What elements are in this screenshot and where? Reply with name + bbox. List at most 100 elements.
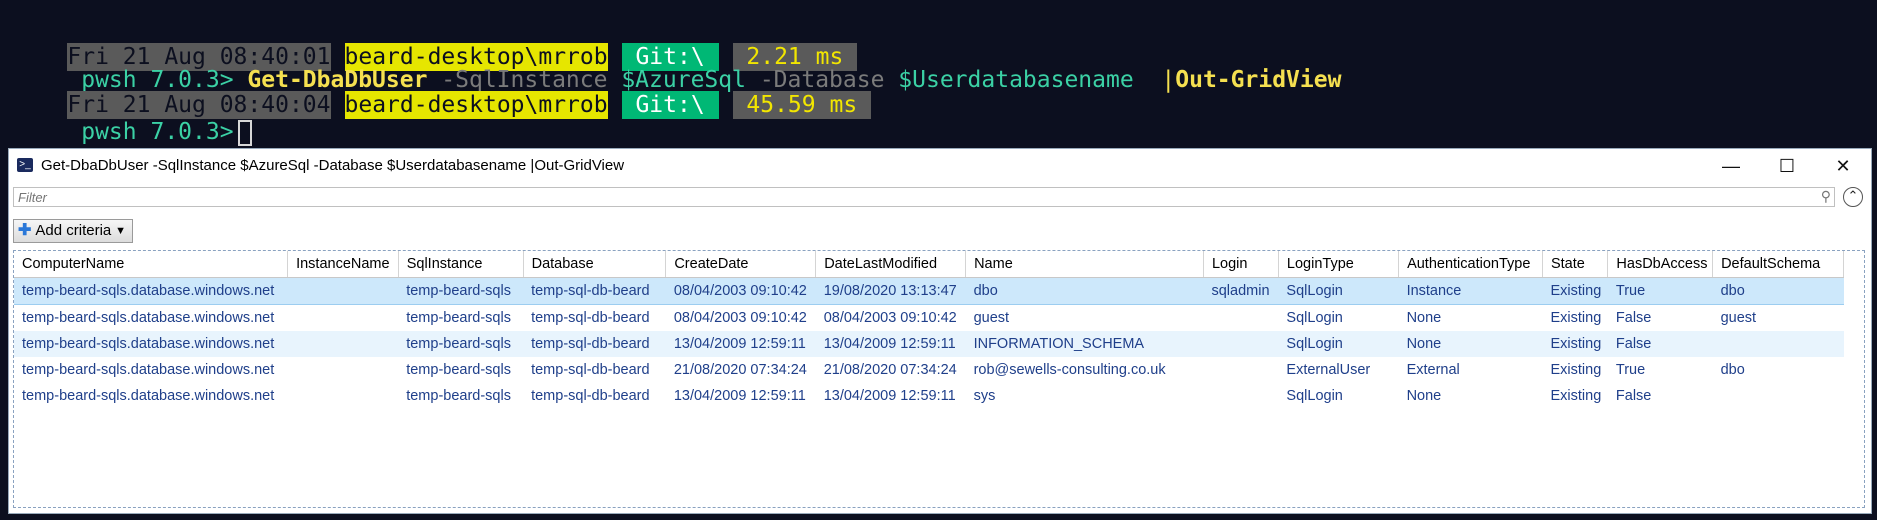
col-header-hasdbaccess[interactable]: HasDbAccess: [1607, 251, 1714, 278]
cell: [1203, 305, 1278, 332]
cell: guest: [973, 310, 1010, 326]
cell: [1713, 383, 1844, 409]
cell: temp-sql-db-beard: [531, 388, 650, 404]
col-header-defaultschema[interactable]: DefaultSchema: [1712, 251, 1844, 278]
cell: sys: [973, 388, 996, 404]
cell: 13/04/2009 12:59:11: [673, 388, 806, 404]
cell: Existing: [1550, 362, 1602, 378]
cell: dbo: [965, 277, 1204, 305]
cell: temp-sql-db-beard: [523, 277, 666, 305]
filter-input[interactable]: [13, 187, 1835, 207]
cell: ExternalUser: [1286, 362, 1371, 378]
add-criteria-label: Add criteria: [35, 222, 112, 239]
collapse-chevron-up-icon[interactable]: ⌃: [1843, 187, 1863, 207]
cell: rob@sewells-consulting.co.uk: [973, 362, 1166, 378]
cell: 13/04/2009 12:59:11: [815, 331, 966, 357]
cell: temp-sql-db-beard: [523, 331, 666, 357]
table-row[interactable]: temp-beard-sqls.database.windows.net temp…: [14, 383, 1844, 409]
grid-view-window: >_ Get-DbaDbUser -SqlInstance $AzureSql …: [8, 148, 1872, 514]
cell: [288, 305, 399, 332]
cell: dbo: [1712, 277, 1844, 305]
table-row[interactable]: temp-beard-sqls.database.windows.net temp…: [14, 305, 1844, 332]
cell: True: [1615, 362, 1646, 378]
cell: SqlLogin: [1286, 310, 1343, 326]
cell: Existing: [1542, 331, 1608, 357]
shell-prompt: pwsh 7.0.3>: [67, 119, 234, 145]
cell: [1203, 357, 1278, 383]
cell: None: [1398, 331, 1543, 357]
cell: guest: [1720, 310, 1757, 326]
col-header-createdate[interactable]: CreateDate: [665, 251, 817, 278]
input-line[interactable]: pwsh 7.0.3>: [12, 87, 252, 146]
table-row[interactable]: temp-beard-sqls.database.windows.net temp…: [14, 357, 1844, 383]
cell: 21/08/2020 07:34:24: [823, 362, 957, 378]
header-row: ComputerName InstanceName SqlInstance Da…: [14, 251, 1844, 278]
pipe-command: Out-GridView: [1175, 67, 1342, 93]
cell: False: [1615, 310, 1652, 326]
cell: 21/08/2020 07:34:24: [673, 362, 807, 378]
minimize-button[interactable]: —: [1703, 149, 1759, 183]
cell: temp-beard-sqls.database.windows.net: [22, 388, 275, 404]
host-segment: beard-desktop\mrrob: [344, 91, 608, 119]
col-header-sqlinstance[interactable]: SqlInstance: [398, 251, 524, 278]
cell: temp-beard-sqls.database.windows.net: [14, 277, 288, 305]
cell: [1712, 331, 1844, 357]
cell: dbo: [1720, 362, 1745, 378]
cell: [287, 277, 399, 305]
table-row[interactable]: temp-beard-sqls.database.windows.net temp…: [14, 331, 1844, 357]
cell: temp-sql-db-beard: [531, 362, 650, 378]
table-row[interactable]: temp-beard-sqls.database.windows.net temp…: [14, 277, 1844, 305]
cell: temp-beard-sqls: [406, 388, 511, 404]
cell: Existing: [1542, 277, 1608, 305]
cell: [1203, 383, 1278, 409]
col-header-computername[interactable]: ComputerName: [14, 251, 289, 278]
window-title: Get-DbaDbUser -SqlInstance $AzureSql -Da…: [41, 157, 625, 174]
col-header-datelastmodified[interactable]: DateLastModified: [815, 251, 967, 278]
cell: temp-beard-sqls: [398, 277, 524, 305]
close-button[interactable]: ✕: [1815, 149, 1871, 183]
cell: 08/04/2003 09:10:42: [665, 277, 816, 305]
plus-icon: ✚: [18, 222, 32, 239]
cell: sqladmin: [1203, 277, 1279, 305]
cell: 13/04/2009 12:59:11: [665, 331, 816, 357]
duration-segment: 45.59 ms: [732, 91, 872, 119]
chevron-down-icon: ▼: [115, 225, 126, 237]
cell: Existing: [1550, 388, 1602, 404]
cell: [287, 331, 399, 357]
col-header-instancename[interactable]: InstanceName: [287, 251, 399, 278]
search-icon[interactable]: ⚲: [1821, 188, 1831, 205]
powershell-icon: >_: [17, 158, 33, 172]
cell: SqlLogin: [1278, 277, 1399, 305]
cell: 08/04/2003 09:10:42: [823, 310, 957, 326]
cell: 13/04/2009 12:59:11: [823, 388, 956, 404]
terminal: Fri 21 Aug 08:40:01 beard-desktop\mrrob G…: [0, 0, 1877, 146]
var-userdatabasename: $Userdatabasename: [898, 67, 1134, 93]
cell: [288, 383, 399, 409]
git-segment: Git:\: [621, 91, 719, 119]
col-header-logintype[interactable]: LoginType: [1278, 251, 1400, 278]
cell: 19/08/2020 13:13:47: [815, 277, 966, 305]
results-grid[interactable]: ComputerName InstanceName SqlInstance Da…: [13, 250, 1865, 508]
title-bar[interactable]: >_ Get-DbaDbUser -SqlInstance $AzureSql …: [9, 149, 1871, 183]
cell: SqlLogin: [1278, 331, 1399, 357]
col-header-database[interactable]: Database: [523, 251, 667, 278]
cell: False: [1607, 331, 1713, 357]
add-criteria-button[interactable]: ✚ Add criteria ▼: [13, 219, 133, 243]
cell: None: [1406, 310, 1442, 326]
cell: temp-beard-sqls: [406, 362, 511, 378]
filter-row: ⚲: [13, 187, 1837, 207]
col-header-login[interactable]: Login: [1203, 251, 1279, 278]
cell: True: [1607, 277, 1713, 305]
cell: temp-beard-sqls.database.windows.net: [22, 362, 275, 378]
cell: [1203, 331, 1279, 357]
text-cursor: [237, 119, 252, 146]
cell: temp-beard-sqls.database.windows.net: [14, 331, 288, 357]
col-header-name[interactable]: Name: [965, 251, 1204, 278]
col-header-authenticationtype[interactable]: AuthenticationType: [1398, 251, 1543, 278]
cell: External: [1406, 362, 1460, 378]
maximize-button[interactable]: ☐: [1759, 149, 1815, 183]
col-header-state[interactable]: State: [1542, 251, 1609, 278]
cell: temp-beard-sqls: [406, 310, 511, 326]
cell: temp-beard-sqls.database.windows.net: [22, 310, 275, 326]
cell: temp-beard-sqls: [398, 331, 524, 357]
